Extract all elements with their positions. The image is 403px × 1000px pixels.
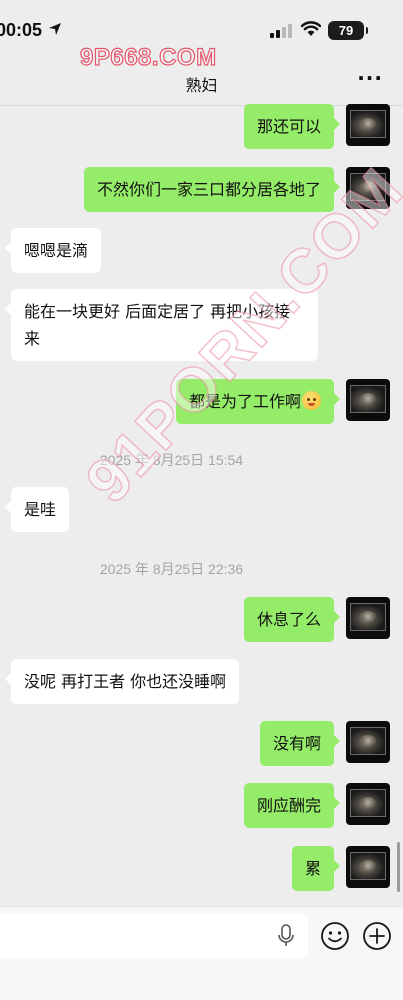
my-avatar[interactable] bbox=[346, 721, 390, 763]
more-options-button[interactable]: ··· bbox=[357, 68, 383, 88]
location-arrow-icon bbox=[49, 23, 61, 35]
my-avatar[interactable] bbox=[346, 783, 390, 825]
cellular-signal-icon bbox=[270, 24, 292, 38]
message-bubble-incoming[interactable]: 是哇 bbox=[4, 487, 70, 532]
plus-icon[interactable] bbox=[362, 921, 392, 951]
header-divider bbox=[0, 105, 403, 106]
mic-icon[interactable] bbox=[276, 924, 296, 948]
emoji-icon[interactable] bbox=[320, 921, 350, 951]
message-bubble-outgoing[interactable]: 刚应酬完 bbox=[243, 783, 341, 828]
my-avatar[interactable] bbox=[346, 597, 390, 639]
input-bar bbox=[0, 906, 403, 1000]
message-bubble-outgoing[interactable]: 累 bbox=[291, 846, 341, 891]
my-avatar[interactable] bbox=[346, 379, 390, 421]
message-bubble-incoming[interactable]: 没呢 再打王者 你也还没睡啊 bbox=[4, 659, 240, 704]
scrollbar[interactable] bbox=[397, 842, 400, 892]
message-timestamp: 2025 年 8月25日 22:36 bbox=[99, 561, 244, 577]
message-bubble-outgoing[interactable]: 休息了么 bbox=[243, 597, 341, 642]
battery-level: 79 bbox=[338, 23, 354, 38]
watermark-top: 9P668.COM bbox=[79, 43, 217, 71]
my-avatar[interactable] bbox=[346, 846, 390, 888]
message-input[interactable] bbox=[0, 914, 308, 958]
message-bubble-outgoing[interactable]: 没有啊 bbox=[259, 721, 341, 766]
wifi-icon bbox=[301, 21, 321, 36]
message-bubble-incoming[interactable]: 嗯嗯是滴 bbox=[4, 228, 102, 273]
status-time: 00:05 bbox=[0, 20, 43, 40]
message-bubble-outgoing[interactable]: 那还可以 bbox=[243, 104, 341, 149]
my-avatar[interactable] bbox=[346, 104, 390, 146]
battery-icon: 79 bbox=[328, 21, 368, 40]
embarrassed-face-emoji-icon bbox=[302, 391, 321, 410]
chat-title: 熟妇 bbox=[185, 76, 218, 95]
message-bubble-outgoing[interactable]: 不然你们一家三口都分居各地了 bbox=[83, 167, 341, 212]
